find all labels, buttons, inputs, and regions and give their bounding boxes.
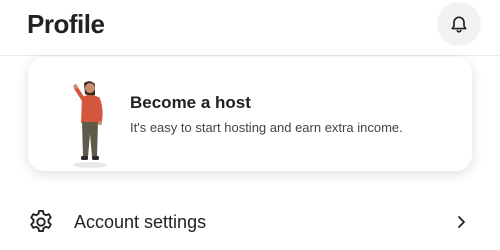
become-host-title: Become a host [130, 93, 251, 112]
bell-icon [451, 16, 467, 33]
profile-screen: Profile Become a host It's easy to start… [0, 0, 500, 250]
notifications-button[interactable] [437, 2, 481, 46]
account-settings-label: Account settings [74, 212, 207, 232]
page-title: Profile [27, 9, 105, 39]
host-person-illustration [73, 81, 107, 168]
chevron-right-icon [458, 216, 465, 228]
become-host-card[interactable]: Become a host It's easy to start hosting… [28, 57, 472, 171]
header: Profile [0, 0, 500, 52]
gear-icon [30, 209, 52, 233]
header-divider [0, 55, 500, 56]
account-settings-row[interactable]: Account settings [0, 196, 500, 248]
become-host-subtitle: It's easy to start hosting and earn extr… [130, 120, 403, 135]
